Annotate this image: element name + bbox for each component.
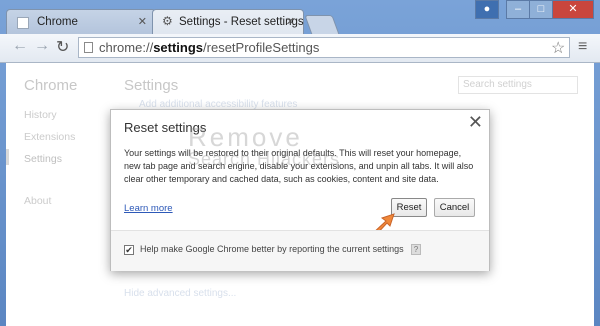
window-controls: ● – □ ✕	[475, 0, 594, 19]
dialog-footer: ✔ Help make Google Chrome better by repo…	[111, 230, 489, 271]
browser-window: Chrome ✕ ⚙ Settings - Reset settings ✕ ●…	[0, 0, 600, 326]
learn-more-link[interactable]: Learn more	[124, 203, 173, 214]
page-icon	[84, 42, 93, 53]
close-icon[interactable]: ✕	[552, 0, 594, 19]
star-icon[interactable]: ☆	[551, 39, 565, 58]
page-icon	[17, 17, 29, 29]
user-icon[interactable]: ●	[475, 0, 499, 19]
reload-icon[interactable]: ↻	[56, 37, 69, 57]
tab-label: Chrome	[37, 16, 78, 28]
tab-close-icon[interactable]: ✕	[138, 15, 147, 28]
cancel-button[interactable]: Cancel	[434, 198, 475, 217]
maximize-icon[interactable]: □	[529, 0, 553, 19]
report-label: Help make Google Chrome better by report…	[140, 244, 404, 254]
address-bar[interactable]: chrome://settings/resetProfileSettings ☆	[78, 37, 570, 58]
back-arrow-icon[interactable]: ←	[12, 37, 28, 55]
new-tab-button[interactable]	[304, 15, 340, 35]
gear-icon: ⚙	[162, 14, 173, 28]
hamburger-menu-icon[interactable]: ≡	[578, 38, 587, 56]
tab-close-icon[interactable]: ✕	[286, 15, 295, 28]
forward-arrow-icon[interactable]: →	[34, 37, 50, 55]
toolbar: ← → ↻ chrome://settings/resetProfileSett…	[0, 34, 600, 63]
minimize-icon[interactable]: –	[506, 0, 530, 19]
watermark: Remove Search Hijackers	[188, 122, 340, 170]
tab-settings[interactable]: ⚙ Settings - Reset settings ✕	[152, 9, 304, 35]
close-icon[interactable]: ✕	[468, 112, 483, 133]
report-checkbox[interactable]: ✔	[124, 245, 134, 255]
tab-chrome[interactable]: Chrome ✕	[6, 9, 156, 35]
watermark-line-2: Search Hijackers	[188, 149, 341, 169]
url-text: chrome://settings/resetProfileSettings	[99, 40, 320, 55]
help-icon[interactable]: ?	[411, 244, 421, 255]
